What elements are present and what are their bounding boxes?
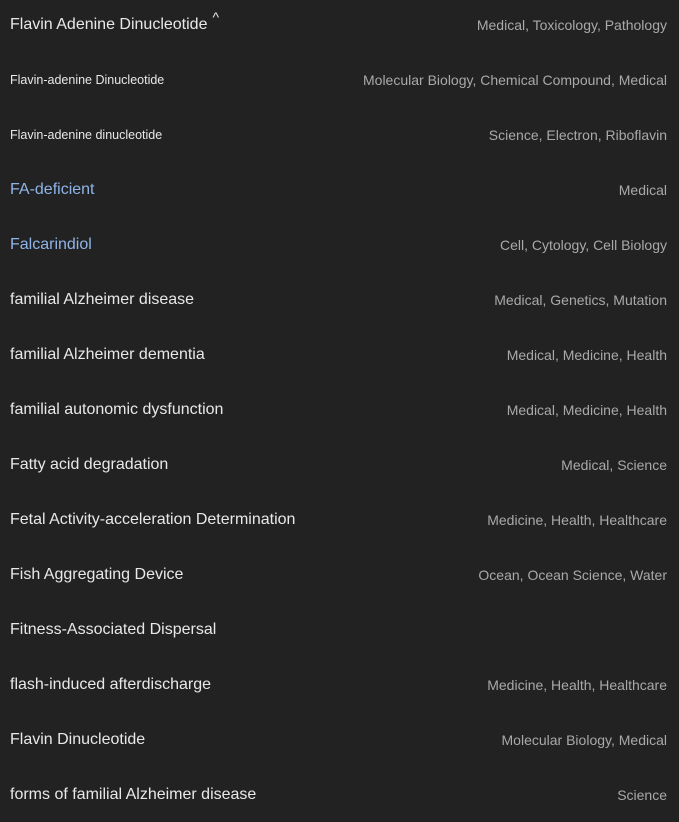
- category-tags: Molecular Biology, Medical: [501, 731, 667, 748]
- term-label: Fetal Activity-acceleration Determinatio…: [10, 510, 296, 528]
- term-label: familial Alzheimer dementia: [10, 345, 205, 363]
- term-label: Flavin Adenine Dinucleotide: [10, 15, 208, 33]
- list-item: Flavin-adenine dinucleotide Science, Ele…: [0, 107, 679, 162]
- list-item: Fetal Activity-acceleration Determinatio…: [0, 492, 679, 547]
- category-tags: Medical, Toxicology, Pathology: [476, 16, 667, 33]
- category-tags: Medicine, Health, Healthcare: [487, 676, 667, 693]
- list-item: Falcarindiol Cell, Cytology, Cell Biolog…: [0, 217, 679, 272]
- list-item: Flavin Adenine Dinucleotide ^ Medical, T…: [0, 0, 679, 52]
- term-label: Flavin-adenine dinucleotide: [10, 127, 163, 142]
- category-tags: Molecular Biology, Chemical Compound, Me…: [363, 71, 667, 88]
- term-label: Flavin-adenine Dinucleotide: [10, 72, 165, 87]
- category-tags: Medical, Medicine, Health: [506, 401, 667, 418]
- category-tags: Ocean, Ocean Science, Water: [478, 566, 667, 583]
- category-tags: Medical, Science: [561, 456, 667, 473]
- list-item: familial Alzheimer dementia Medical, Med…: [0, 327, 679, 382]
- list-item: familial autonomic dysfunction Medical, …: [0, 382, 679, 437]
- list-item: Fitness-Associated Dispersal: [0, 602, 679, 657]
- list-item: forms of familial Alzheimer disease Scie…: [0, 767, 679, 822]
- caret-up-icon[interactable]: ^: [212, 9, 219, 25]
- term-label: forms of familial Alzheimer disease: [10, 785, 257, 803]
- term-label: familial Alzheimer disease: [10, 290, 195, 308]
- list-item: Fatty acid degradation Medical, Science: [0, 437, 679, 492]
- term-label: Fatty acid degradation: [10, 455, 169, 473]
- category-tags: Medical, Medicine, Health: [506, 346, 667, 363]
- category-tags: Cell, Cytology, Cell Biology: [499, 236, 667, 253]
- list-item: familial Alzheimer disease Medical, Gene…: [0, 272, 679, 327]
- list-item: Fish Aggregating Device Ocean, Ocean Sci…: [0, 547, 679, 602]
- acronym-results-list: Flavin Adenine Dinucleotide ^ Medical, T…: [0, 0, 679, 817]
- term-label: Fish Aggregating Device: [10, 565, 184, 583]
- term-link[interactable]: FA-deficient: [10, 181, 94, 199]
- list-item: flash-induced afterdischarge Medicine, H…: [0, 657, 679, 712]
- term-label: Fitness-Associated Dispersal: [10, 620, 217, 638]
- list-item: FA-deficient Medical: [0, 162, 679, 217]
- category-tags: Medical, Genetics, Mutation: [494, 291, 667, 308]
- category-tags: Science: [617, 786, 667, 803]
- term-link[interactable]: Falcarindiol: [10, 236, 92, 254]
- term-label: flash-induced afterdischarge: [10, 675, 212, 693]
- category-tags: Science, Electron, Riboflavin: [488, 126, 667, 143]
- category-tags: Medical: [618, 181, 667, 198]
- category-tags: Medicine, Health, Healthcare: [487, 511, 667, 528]
- term-label: Flavin Dinucleotide: [10, 730, 146, 748]
- list-item: Flavin-adenine Dinucleotide Molecular Bi…: [0, 52, 679, 107]
- list-item: Flavin Dinucleotide Molecular Biology, M…: [0, 712, 679, 767]
- term-label: familial autonomic dysfunction: [10, 400, 224, 418]
